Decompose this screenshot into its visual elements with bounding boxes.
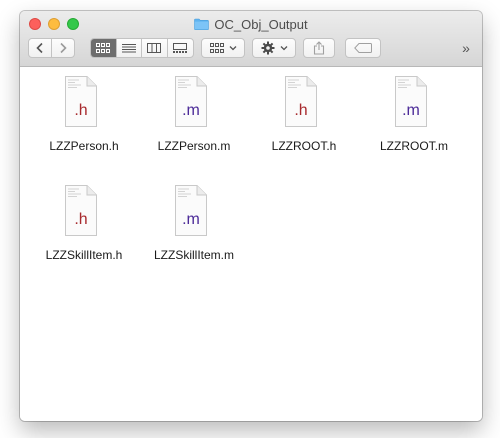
file-name: LZZPerson.h	[49, 139, 119, 153]
file-item[interactable]: .h LZZPerson.h	[34, 72, 134, 172]
arrange-grid-icon	[209, 43, 224, 53]
forward-button[interactable]	[52, 39, 74, 57]
file-extension-label: .m	[182, 102, 200, 119]
file-ext-wrap: .m	[395, 76, 427, 127]
file-ext-wrap: .h	[65, 185, 97, 236]
tag-icon	[354, 43, 372, 53]
nav-buttons	[28, 38, 75, 58]
file-item[interactable]: .h LZZROOT.h	[254, 72, 354, 172]
toolbar: »	[20, 38, 482, 60]
action-button[interactable]	[252, 38, 296, 58]
column-view-icon	[147, 43, 162, 53]
file-name: LZZROOT.m	[380, 139, 448, 153]
file-ext-wrap: .m	[175, 185, 207, 236]
titlebar: OC_Obj_Output »	[20, 11, 482, 67]
tags-button[interactable]	[345, 38, 381, 58]
file-extension-label: .m	[402, 102, 420, 119]
file-name: LZZSkillItem.h	[45, 248, 123, 262]
share-button[interactable]	[303, 38, 335, 58]
file-item[interactable]: .h LZZSkillItem.h	[34, 181, 134, 281]
file-extension-label: .h	[294, 102, 308, 119]
document-icon	[65, 76, 97, 127]
chevron-right-icon	[60, 42, 67, 54]
file-ext-wrap: .h	[285, 76, 317, 127]
file-ext-wrap: .m	[175, 76, 207, 127]
chevron-down-icon	[229, 46, 236, 51]
gallery-view-icon	[173, 43, 188, 53]
finder-window: OC_Obj_Output » .h LZZPerson.h .m LZZPer…	[20, 11, 482, 421]
back-button[interactable]	[29, 39, 52, 57]
icon-view-button[interactable]	[91, 39, 117, 57]
file-extension-label: .h	[74, 211, 88, 228]
share-icon	[313, 41, 325, 55]
chevron-down-icon	[280, 46, 287, 51]
chevron-left-icon	[36, 42, 43, 54]
toolbar-overflow-button[interactable]: »	[458, 39, 474, 57]
gallery-view-button[interactable]	[168, 39, 193, 57]
file-item[interactable]: .m LZZROOT.m	[364, 72, 464, 172]
arrange-button[interactable]	[201, 38, 245, 58]
file-area: .h LZZPerson.h .m LZZPerson.m .h LZZROOT…	[20, 67, 482, 421]
file-extension-label: .m	[182, 211, 200, 228]
column-view-button[interactable]	[142, 39, 168, 57]
list-view-button[interactable]	[117, 39, 142, 57]
file-name: LZZROOT.h	[271, 139, 337, 153]
file-name: LZZSkillItem.m	[153, 248, 234, 262]
window-title: OC_Obj_Output	[214, 16, 308, 32]
view-mode-control	[90, 38, 194, 58]
window-title-area: OC_Obj_Output	[20, 16, 482, 32]
file-name: LZZPerson.m	[157, 139, 231, 153]
icon-view-icon	[96, 43, 111, 53]
file-item[interactable]: .m LZZPerson.m	[144, 72, 244, 172]
gear-icon	[261, 41, 274, 55]
file-item[interactable]: .m LZZSkillItem.m	[144, 181, 244, 281]
folder-icon	[194, 18, 210, 30]
list-view-icon	[121, 44, 136, 53]
